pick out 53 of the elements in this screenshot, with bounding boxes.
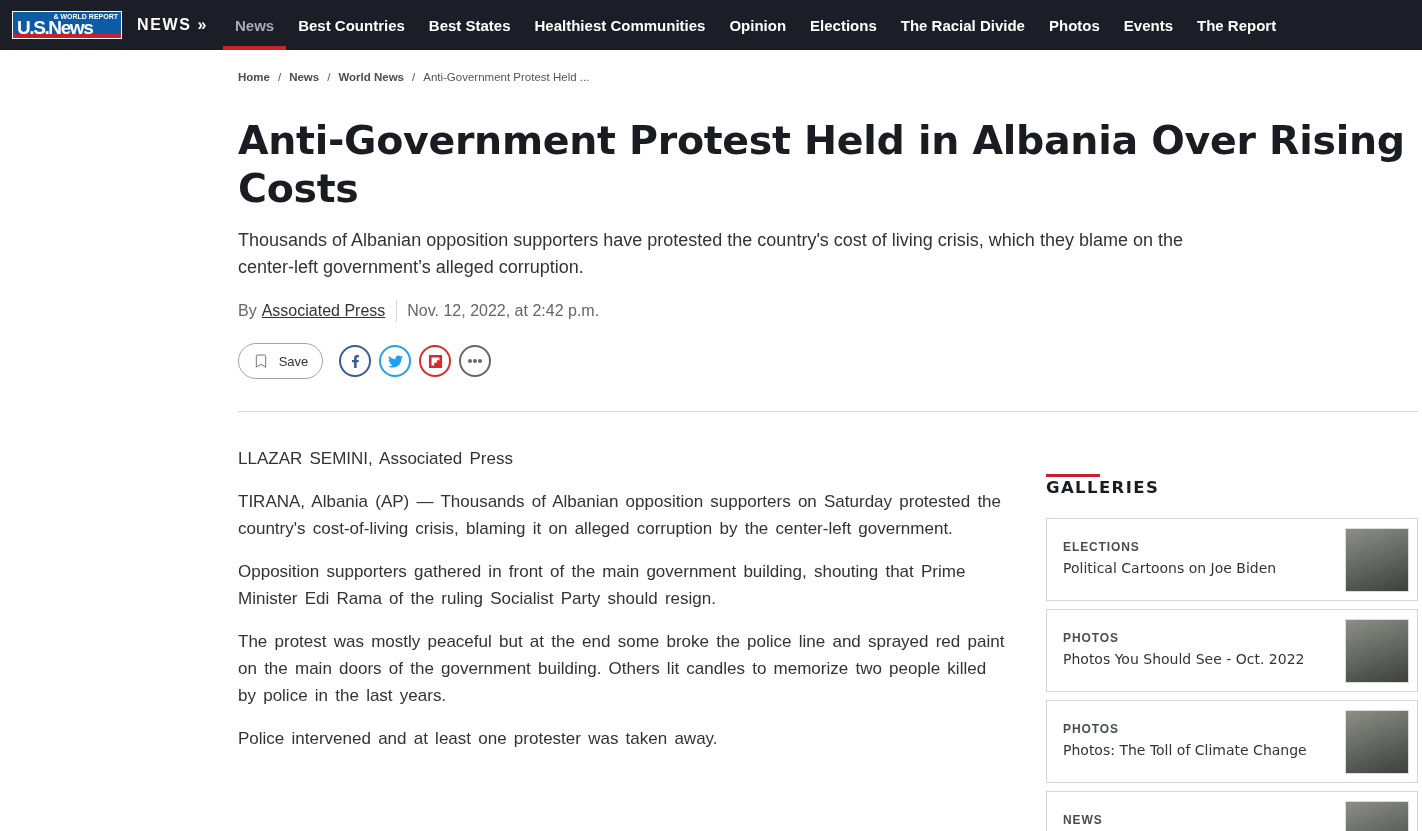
breadcrumb-separator: / — [327, 71, 331, 83]
breadcrumb-link[interactable]: World News — [338, 71, 404, 83]
share-button[interactable] — [339, 345, 371, 377]
article-paragraph: The protest was mostly peaceful but at the end some broke the police line and sprayed red paint on the main doors of the government building. Others lit candles to memorize two people killed by police in the last years. — [238, 631, 1006, 707]
article-paragraph: Opposition supporters gathered in front of the main government building, shouting that Prime Minister Edi Rama of the ruling Socialist Party should resign. — [238, 561, 967, 610]
nav-link[interactable]: The Report — [1185, 0, 1289, 50]
bird-icon — [387, 353, 403, 369]
gallery-card[interactable]: PHOTOS Photos You Should See - Oct. 2022 — [1046, 609, 1418, 692]
category-label: ELECTIONS — [1063, 540, 1141, 554]
breadcrumb-separator: / — [412, 71, 416, 83]
author-link[interactable]: Associated Press — [261, 302, 386, 320]
heading-accent-bar — [1046, 474, 1100, 477]
category-label: PHOTOS — [1063, 631, 1120, 645]
save-button[interactable]: Save — [238, 343, 323, 379]
nav-link[interactable]: Events — [1111, 0, 1185, 50]
breadcrumb-current: Anti-Government Protest Held ... — [423, 71, 590, 83]
sidebar-heading: GALLERIES — [1046, 477, 1161, 499]
logo-wordmark: U.S.News — [17, 20, 93, 35]
photo-credit: LLAZAR SEMINI, Associated Press — [238, 448, 514, 470]
nav-link[interactable]: Best States — [416, 0, 523, 50]
breadcrumb-link[interactable]: Home — [238, 71, 270, 83]
article-summary: Thousands of Albanian opposition supporters have protested the country's cost of living crisis, which they blame on the center-left government’s alleged corruption. — [238, 229, 1184, 279]
flipboard-icon — [427, 353, 443, 369]
photo-placeholder — [1345, 619, 1409, 683]
more-icon — [468, 359, 482, 363]
gallery-card[interactable]: NEWS — [1046, 791, 1418, 831]
share-button[interactable] — [419, 345, 451, 377]
nav-link[interactable]: News — [222, 0, 287, 50]
gallery-card[interactable]: PHOTOS Photos: The Toll of Climate Change — [1046, 700, 1418, 783]
share-button[interactable] — [379, 345, 411, 377]
article-paragraph: TIRANA, Albania (AP) — Thousands of Albanian opposition supporters on Saturday protested the country's cost-of-living crisis, blaming it on alleged corruption by the center-left government. — [238, 491, 1002, 540]
nav-link[interactable]: Opinion — [717, 0, 799, 50]
nav-link[interactable]: Best Countries — [286, 0, 417, 50]
gallery-title: Photos You Should See - Oct. 2022 — [1063, 651, 1305, 668]
section-link[interactable]: NEWS » — [137, 16, 208, 34]
nav-link[interactable]: The Racial Divide — [888, 0, 1037, 50]
photo-placeholder — [1345, 710, 1409, 774]
article-title: Anti-Government Protest Held in Albania Over Rising Costs — [238, 116, 1406, 212]
photo-placeholder — [1345, 528, 1409, 592]
publish-date: Nov. 12, 2022, at 2:42 p.m. — [407, 302, 600, 320]
byline-prefix: By — [238, 302, 257, 320]
nav-link[interactable]: Photos — [1036, 0, 1112, 50]
nav-link[interactable]: Elections — [798, 0, 889, 50]
category-label: PHOTOS — [1063, 722, 1120, 736]
category-label: NEWS — [1063, 813, 1103, 827]
gallery-title: Photos: The Toll of Climate Change — [1063, 742, 1307, 759]
article-paragraph: Police intervened and at least one protester was taken away. — [238, 728, 719, 750]
breadcrumb-link[interactable]: News — [289, 71, 320, 83]
gallery-card[interactable]: ELECTIONS Political Cartoons on Joe Biden — [1046, 518, 1418, 601]
nav-link[interactable]: Healthiest Communities — [522, 0, 718, 50]
more-button[interactable] — [459, 345, 491, 377]
breadcrumb-separator: / — [277, 71, 282, 83]
gallery-title: Political Cartoons on Joe Biden — [1063, 560, 1277, 577]
